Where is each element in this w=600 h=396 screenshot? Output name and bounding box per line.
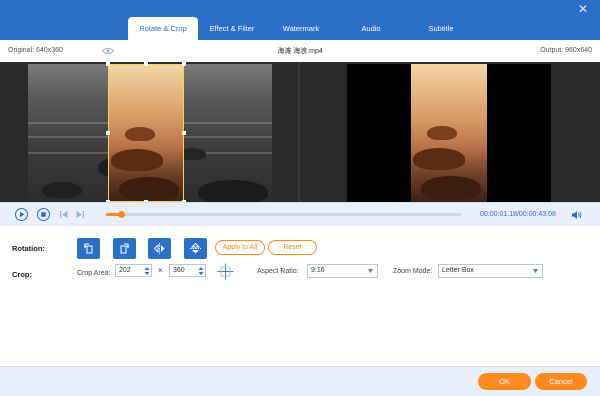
rotate-right-icon: [120, 243, 130, 254]
zoom-mode-label: Zoom Mode:: [393, 268, 433, 275]
info-bar: Original: 640x360 海滩 海浪.mp4 Output: 960x…: [0, 40, 600, 62]
apply-to-all-button[interactable]: Apply to All: [215, 240, 265, 255]
crop-handle[interactable]: [106, 62, 110, 66]
playback-time: 00:00:01.18/00:00:43.08: [480, 211, 556, 218]
tab-audio[interactable]: Audio: [336, 17, 406, 40]
progress-bar[interactable]: [106, 211, 461, 218]
rotate-right-button[interactable]: [113, 238, 136, 259]
reset-button[interactable]: Reset: [268, 240, 317, 255]
preview-area: [0, 62, 600, 204]
rock-shape: [125, 127, 155, 141]
crop-handle[interactable]: [144, 62, 148, 66]
crop-width-input[interactable]: 202: [115, 264, 152, 277]
chevron-down-icon: [368, 269, 373, 273]
crop-area-label: Crop Area:: [77, 270, 111, 277]
center-crop-icon[interactable]: [217, 263, 234, 280]
rock-shape: [119, 177, 179, 201]
crop-height-input[interactable]: 360: [169, 264, 206, 277]
dimension-separator: ×: [158, 266, 163, 275]
crop-selection-box[interactable]: [108, 64, 184, 202]
next-frame-icon[interactable]: [75, 210, 85, 219]
rotate-left-icon: [83, 243, 93, 254]
rock-shape: [111, 149, 163, 171]
progress-handle[interactable]: [118, 211, 126, 218]
crop-width-value: 202: [119, 267, 131, 274]
settings-panel: Rotation: Apply to All Reset Crop: Crop …: [0, 226, 600, 366]
crop-height-value: 360: [173, 267, 185, 274]
rock-shape: [413, 148, 465, 170]
player-controls: 00:00:01.18/00:00:43.08: [0, 202, 600, 226]
stepper-icon[interactable]: [198, 266, 204, 276]
crop-handle[interactable]: [182, 131, 186, 135]
output-preview: [347, 64, 551, 204]
zoom-mode-select[interactable]: Letter Box: [438, 264, 543, 278]
original-preview: [28, 62, 272, 204]
stop-icon[interactable]: [37, 208, 50, 221]
title-bar: ✕ Rotate & Crop Effect & Filter Watermar…: [0, 0, 600, 40]
flip-horizontal-icon: [153, 243, 165, 254]
aspect-ratio-select[interactable]: 9:16: [307, 264, 378, 278]
cancel-button[interactable]: Cancel: [535, 373, 587, 390]
output-resolution: Output: 960x640: [540, 47, 592, 54]
previous-frame-icon[interactable]: [59, 210, 69, 219]
tab-watermark[interactable]: Watermark: [266, 17, 336, 40]
crop-handle[interactable]: [182, 62, 186, 66]
chevron-down-icon: [533, 269, 538, 273]
tab-subtitle[interactable]: Subtitle: [406, 17, 476, 40]
rock-shape: [421, 176, 481, 200]
crop-handle[interactable]: [106, 131, 110, 135]
close-icon[interactable]: ✕: [576, 2, 590, 16]
play-icon[interactable]: [15, 208, 28, 221]
tab-rotate-crop[interactable]: Rotate & Crop: [128, 17, 198, 40]
aspect-ratio-value: 9:16: [311, 267, 325, 274]
rock-shape: [198, 180, 268, 202]
rotation-label: Rotation:: [12, 244, 45, 253]
rock-shape: [427, 126, 457, 140]
flip-vertical-button[interactable]: [184, 238, 207, 259]
crop-label: Crop:: [12, 270, 32, 279]
aspect-ratio-label: Aspect Ratio:: [257, 268, 299, 275]
flip-horizontal-button[interactable]: [148, 238, 171, 259]
footer-bar: OK Cancel: [0, 366, 600, 396]
ok-button[interactable]: OK: [478, 373, 531, 390]
zoom-mode-value: Letter Box: [442, 267, 474, 274]
volume-icon[interactable]: [571, 210, 582, 220]
stepper-icon[interactable]: [144, 266, 150, 276]
video-frame-output: [411, 64, 487, 202]
flip-vertical-icon: [190, 242, 201, 254]
file-name: 海滩 海浪.mp4: [277, 48, 323, 55]
tab-bar: Rotate & Crop Effect & Filter Watermark …: [128, 17, 476, 40]
tab-effect-filter[interactable]: Effect & Filter: [198, 17, 266, 40]
rock-shape: [42, 182, 82, 198]
preview-divider: [298, 62, 300, 202]
rotate-left-button[interactable]: [77, 238, 100, 259]
